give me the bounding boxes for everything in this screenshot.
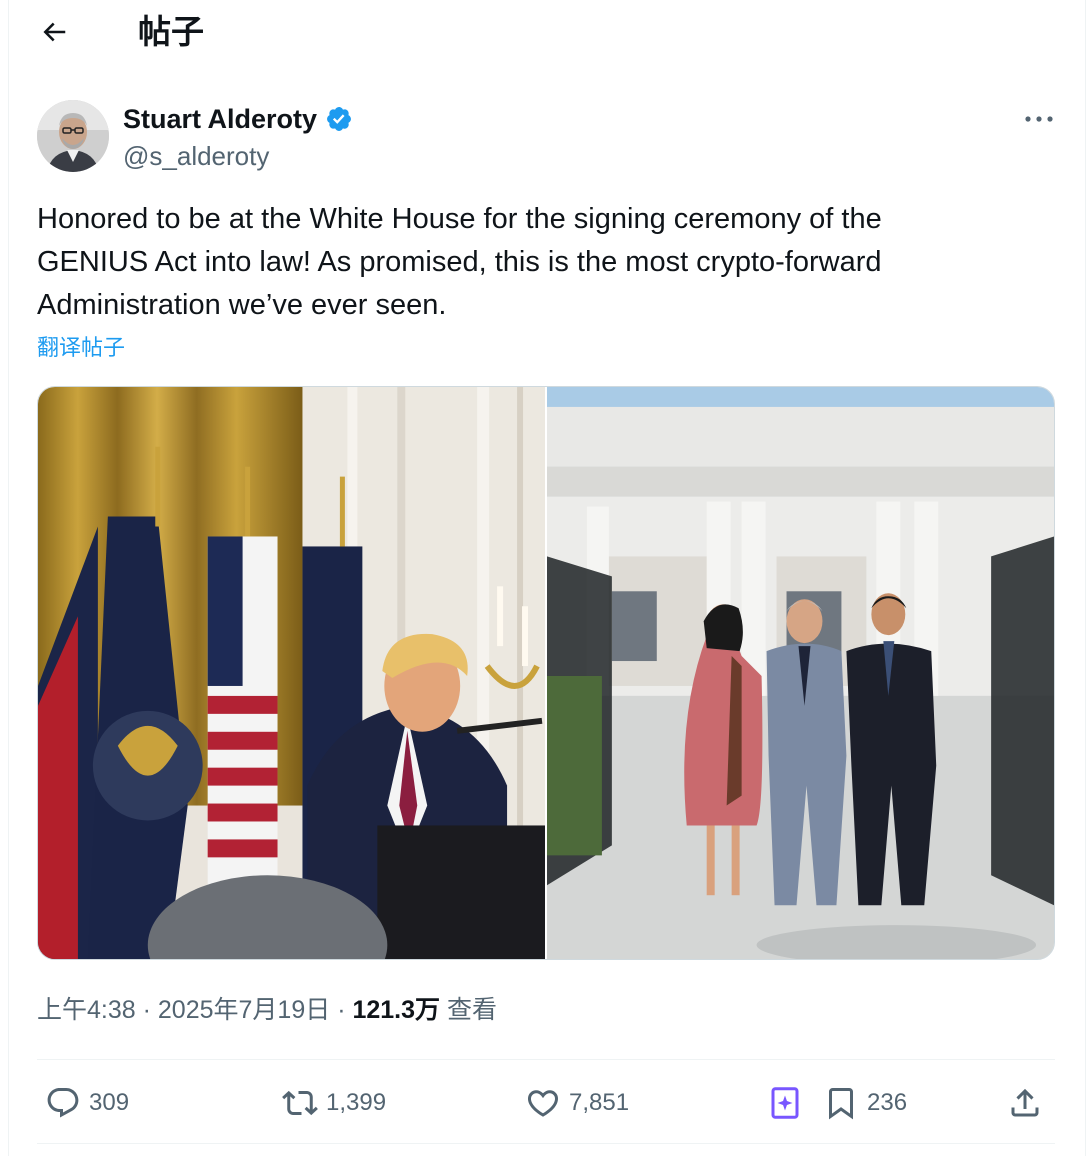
- author-handle[interactable]: @s_alderoty: [123, 139, 269, 173]
- meta-separator: ·: [337, 996, 346, 1024]
- post-text-line: GENIUS Act into law! As promised, this i…: [37, 246, 882, 278]
- post-meta: 上午4:38 · 2025年7月19日 · 121.3万 查看: [37, 992, 497, 1028]
- page-title: 帖子: [138, 12, 204, 51]
- divider: [37, 1059, 1055, 1060]
- page-header: 帖子: [0, 0, 1089, 70]
- author-name[interactable]: Stuart Alderoty: [123, 101, 353, 137]
- white-house-image: [547, 387, 1054, 959]
- grok-spark-icon: [771, 1087, 799, 1119]
- views-count: 121.3万: [352, 996, 441, 1024]
- share-icon: [1011, 1088, 1039, 1117]
- bookmark-button[interactable]: 236: [823, 1078, 907, 1128]
- translate-post-link[interactable]: 翻译帖子: [37, 334, 125, 364]
- post-time[interactable]: 上午4:38: [37, 996, 136, 1024]
- photo-signing-ceremony[interactable]: [38, 387, 545, 959]
- back-button[interactable]: [30, 12, 78, 52]
- post-date[interactable]: 2025年7月19日: [158, 996, 330, 1024]
- views-label: 查看: [446, 996, 497, 1024]
- more-horizontal-icon: [1025, 116, 1053, 122]
- meta-separator: ·: [142, 996, 151, 1024]
- repost-button[interactable]: 1,399: [282, 1078, 386, 1128]
- divider: [37, 1143, 1055, 1144]
- avatar-image: [37, 100, 109, 172]
- verified-badge-icon: [327, 107, 351, 131]
- heart-icon: [527, 1090, 559, 1117]
- action-bar: 309 1,399 7,851 236: [37, 1078, 1055, 1128]
- ceremony-image: [38, 387, 545, 959]
- bookmark-icon: [829, 1088, 853, 1120]
- arrow-left-icon: [43, 22, 66, 42]
- photo-white-house-group[interactable]: [547, 387, 1054, 959]
- author-display-name[interactable]: Stuart Alderoty: [123, 101, 317, 137]
- reply-icon: [47, 1088, 79, 1118]
- media-grid: [37, 386, 1055, 960]
- grok-button[interactable]: [767, 1078, 803, 1128]
- share-button[interactable]: [1007, 1078, 1043, 1128]
- bookmark-count: 236: [867, 1089, 908, 1116]
- post-text-line: Administration we’ve ever seen.: [37, 289, 447, 321]
- reply-button[interactable]: 309: [45, 1078, 129, 1128]
- post-text-line: Honored to be at the White House for the…: [37, 203, 882, 235]
- like-button[interactable]: 7,851: [525, 1078, 629, 1128]
- repost-icon: [282, 1090, 318, 1116]
- avatar[interactable]: [37, 100, 109, 172]
- like-count: 7,851: [569, 1089, 630, 1116]
- more-options-button[interactable]: [1016, 102, 1062, 136]
- repost-count: 1,399: [326, 1089, 387, 1116]
- reply-count: 309: [89, 1089, 130, 1116]
- post-text: Honored to be at the White House for the…: [37, 198, 1047, 327]
